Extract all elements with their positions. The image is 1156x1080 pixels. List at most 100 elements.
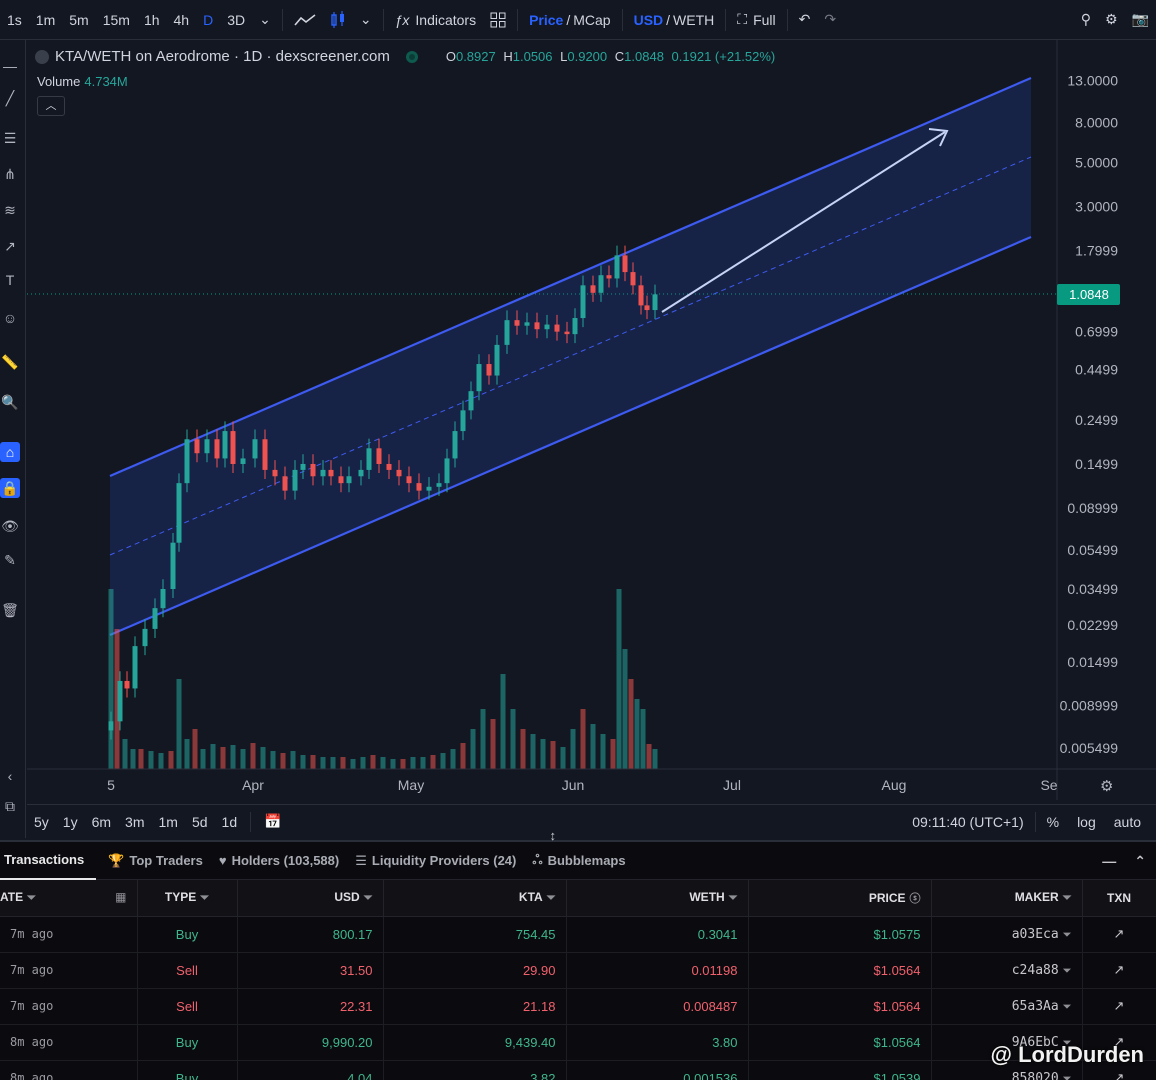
interval-1h[interactable]: 1h	[137, 0, 167, 40]
screenshot-camera-icon[interactable]: 📷	[1125, 0, 1156, 40]
interval-1m[interactable]: 1m	[29, 0, 62, 40]
axis-settings-gear-icon[interactable]: ⚙	[1100, 778, 1113, 795]
table-row[interactable]: 7m ago Buy 800.17 754.45 0.3041 $1.0575 a03Eca…	[0, 916, 1156, 953]
cell-maker[interactable]: a03Eca ⏷	[931, 916, 1083, 953]
object-tree-icon[interactable]: ⧉	[0, 796, 20, 816]
time-axis[interactable]: 5 Apr May Jun Jul Aug Se	[107, 777, 1058, 793]
range-5y[interactable]: 5y	[27, 814, 56, 830]
interval-dropdown-chevron-icon[interactable]: ⌄	[252, 0, 278, 40]
filter-maker-icon[interactable]: ⏷	[1063, 1000, 1072, 1013]
tab-liquidity-providers[interactable]: ☰ Liquidity Providers (24)	[351, 842, 528, 880]
zoom-icon[interactable]: 🔍	[0, 392, 20, 412]
settings-gear-icon[interactable]: ⚙	[1098, 0, 1125, 40]
price-axis[interactable]: 13.0000 8.0000 5.0000 3.0000 1.7999 0.6999 0.4…	[1060, 73, 1119, 756]
table-row[interactable]: 7m ago Sell 22.31 21.18 0.008487 $1.0564 65a3A…	[0, 988, 1156, 1025]
toolbar-divider	[725, 8, 727, 31]
open-transaction-icon[interactable]: ↗	[1082, 988, 1156, 1025]
cell-date: 7m ago	[0, 952, 138, 989]
trend-line-icon[interactable]: ╱	[0, 88, 20, 108]
col-type[interactable]: TYPE ⏷	[137, 880, 238, 917]
interval-d[interactable]: D	[196, 0, 220, 40]
filter-maker-icon[interactable]: ⏷	[1063, 964, 1072, 977]
table-row[interactable]: 8m ago Buy 4.04 3.82 0.001536 $1.0539 858020 ⏷ ↗	[0, 1060, 1156, 1080]
go-to-date-calendar-icon[interactable]: 📅	[257, 813, 288, 830]
collapse-legend-button[interactable]: ︿	[37, 96, 65, 116]
col-weth[interactable]: WETH ⏷	[566, 880, 749, 917]
table-row[interactable]: 8m ago Buy 9,990.20 9,439.40 3.80 $1.0564 9A6E…	[0, 1024, 1156, 1061]
open-transaction-icon[interactable]: ↗	[1082, 916, 1156, 953]
arrow-tool-icon[interactable]: ↗	[0, 236, 20, 256]
price-chart[interactable]: 13.0000 8.0000 5.0000 3.0000 1.7999 0.6999 0.4…	[27, 40, 1156, 800]
minimize-panel-icon[interactable]: —	[1102, 853, 1116, 869]
chart-type-candles-icon[interactable]	[323, 0, 353, 40]
symbol-title[interactable]: KTA/WETH on Aerodrome · 1D · dexscreener…	[55, 48, 390, 65]
range-1d[interactable]: 1d	[215, 814, 245, 830]
top-toolbar: 1s 1m 5m 15m 1h 4h D 3D ⌄ ⌄ ƒx Indicators…	[0, 0, 1156, 40]
log-scale-toggle[interactable]: log	[1070, 814, 1103, 830]
col-kta[interactable]: KTA ⏷	[383, 880, 567, 917]
text-tool-icon[interactable]: T	[0, 270, 20, 290]
tab-transactions[interactable]: Transactions	[0, 842, 97, 880]
redo-icon[interactable]: ↷	[817, 0, 843, 40]
range-1m[interactable]: 1m	[152, 814, 185, 830]
eraser-icon[interactable]: ✎	[0, 550, 20, 570]
clock-timezone[interactable]: 09:11:40 (UTC+1)	[905, 814, 1030, 830]
maker-address[interactable]: c24a88	[1012, 963, 1059, 978]
chart-type-chevron-icon[interactable]: ⌄	[353, 0, 379, 40]
col-date[interactable]: ATE ⏷ ▦	[0, 880, 138, 917]
chart-canvas[interactable]: 13.0000 8.0000 5.0000 3.0000 1.7999 0.6999 0.4…	[27, 40, 1156, 800]
range-1y[interactable]: 1y	[56, 814, 85, 830]
tab-holders[interactable]: ♥ Holders (103,588)	[215, 842, 351, 880]
undo-icon[interactable]: ↶	[792, 0, 818, 40]
interval-3d[interactable]: 3D	[220, 0, 252, 40]
maker-address[interactable]: 858020	[1012, 1071, 1059, 1080]
cell-maker[interactable]: c24a88 ⏷	[931, 952, 1083, 989]
cell-maker[interactable]: 65a3Aa ⏷	[931, 988, 1083, 1025]
maker-address[interactable]: a03Eca	[1012, 927, 1059, 942]
col-price[interactable]: PRICE ⓢ	[748, 880, 932, 917]
lock-drawings-icon[interactable]: 🔒	[0, 478, 20, 498]
fib-retracement-icon[interactable]: ☰	[0, 128, 20, 148]
maker-address[interactable]: 65a3Aa	[1012, 999, 1059, 1014]
percent-scale-toggle[interactable]: %	[1040, 814, 1066, 830]
hide-drawings-icon[interactable]: 👁	[0, 516, 20, 536]
ruler-icon[interactable]: 📏	[0, 352, 20, 372]
crosshair-icon[interactable]: —	[0, 56, 20, 76]
interval-5m[interactable]: 5m	[62, 0, 95, 40]
chart-type-line-icon[interactable]	[287, 0, 323, 40]
filter-maker-icon[interactable]: ⏷	[1063, 928, 1072, 941]
interval-1s[interactable]: 1s	[0, 0, 29, 40]
col-usd[interactable]: USD ⏷	[237, 880, 384, 917]
range-6m[interactable]: 6m	[85, 814, 118, 830]
layouts-grid-icon[interactable]	[483, 0, 513, 40]
volume-bar	[410, 757, 416, 769]
pattern-icon[interactable]: ⋔	[0, 164, 20, 184]
quick-search-icon[interactable]: ⚲	[1074, 0, 1098, 40]
auto-scale-toggle[interactable]: auto	[1107, 814, 1148, 830]
projection-icon[interactable]: ≋	[0, 200, 20, 220]
col-maker[interactable]: MAKER ⏷	[931, 880, 1083, 917]
tab-top-traders[interactable]: 🏆 Top Traders	[104, 842, 215, 880]
candle-body	[460, 410, 466, 432]
indicators-button[interactable]: ƒx Indicators	[388, 0, 484, 40]
interval-15m[interactable]: 15m	[96, 0, 137, 40]
magnet-icon[interactable]: ⌂	[0, 442, 20, 462]
candle-body	[524, 322, 530, 326]
fullscreen-button[interactable]: ⛶ Full	[730, 0, 782, 40]
expand-panel-icon[interactable]: ⌃	[1134, 853, 1146, 870]
tab-bubblemaps[interactable]: ஃ Bubblemaps	[528, 842, 637, 880]
calendar-icon[interactable]: ▦	[115, 890, 126, 904]
range-5d[interactable]: 5d	[185, 814, 215, 830]
filter-maker-icon[interactable]: ⏷	[1063, 1072, 1072, 1080]
price-mcap-toggle[interactable]: Price / MCap	[522, 0, 618, 40]
collapse-toolbar-chevron-icon[interactable]: ‹	[0, 766, 20, 786]
panel-handle-icon[interactable]: ↕	[550, 828, 557, 843]
usd-weth-toggle[interactable]: USD / WETH	[627, 0, 722, 40]
open-transaction-icon[interactable]: ↗	[1082, 952, 1156, 989]
range-3m[interactable]: 3m	[118, 814, 151, 830]
trash-icon[interactable]: 🗑	[0, 600, 20, 620]
table-row[interactable]: 7m ago Sell 31.50 29.90 0.01198 $1.0564 c24a88…	[0, 952, 1156, 989]
interval-4h[interactable]: 4h	[167, 0, 197, 40]
filter-icon: ⏷	[363, 892, 373, 905]
emoji-icon[interactable]: ☺	[0, 308, 20, 328]
